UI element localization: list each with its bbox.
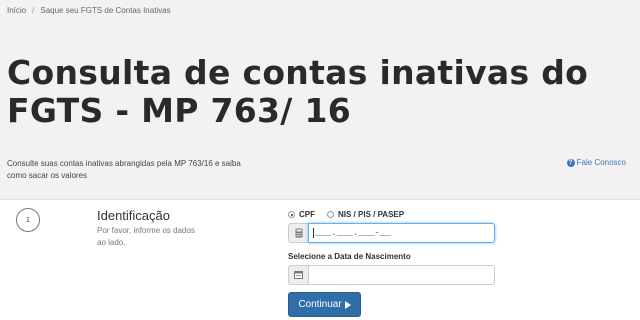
step-description-line-1: Por favor, informe os dados: [97, 226, 195, 235]
page-title: Consulta de contas inativas do FGTS - MP…: [7, 54, 607, 130]
breadcrumb: Início / Saque seu FGTS de Contas Inativ…: [7, 6, 171, 15]
breadcrumb-separator: /: [32, 6, 35, 15]
play-arrow-icon: [344, 300, 351, 309]
radio-button-cpf[interactable]: [288, 211, 295, 218]
birthdate-input-group: [288, 265, 495, 285]
hero-banner: Início / Saque seu FGTS de Contas Inativ…: [0, 0, 640, 200]
page-subtitle-line-1: Consulte suas contas inativas abrangidas…: [7, 159, 241, 168]
radio-button-nis[interactable]: [327, 211, 334, 218]
radio-label-cpf: CPF: [299, 210, 315, 219]
cpf-input-value: ___.___.___-__: [315, 228, 391, 238]
question-circle-icon: ?: [566, 158, 575, 167]
step-number-badge: 1: [16, 208, 40, 232]
contact-link-label: Fale Conosco: [576, 158, 626, 167]
step-title: Identificação: [97, 208, 170, 223]
contact-link[interactable]: ? Fale Conosco: [566, 158, 626, 167]
continue-button[interactable]: Continuar: [288, 292, 361, 317]
document-input-group: ___.___.___-__: [288, 223, 495, 243]
step-description-line-2: ao lado.: [97, 238, 126, 247]
radio-option-nis[interactable]: NIS / PIS / PASEP: [327, 210, 404, 219]
birthdate-label: Selecione a Data de Nascimento: [288, 252, 411, 261]
continue-button-label: Continuar: [298, 299, 342, 310]
radio-label-nis: NIS / PIS / PASEP: [338, 210, 405, 219]
page-subtitle: Consulte suas contas inativas abrangidas…: [7, 158, 267, 182]
document-type-radio-group: CPF NIS / PIS / PASEP: [288, 210, 416, 219]
calculator-icon: [288, 223, 308, 243]
breadcrumb-current: Saque seu FGTS de Contas Inativas: [40, 6, 171, 15]
page-title-line-2: FGTS - MP 763/ 16: [7, 91, 351, 130]
breadcrumb-home-link[interactable]: Início: [7, 6, 26, 15]
calendar-icon: [288, 265, 308, 285]
cpf-input[interactable]: ___.___.___-__: [308, 223, 495, 243]
page-title-line-1: Consulta de contas inativas do: [7, 53, 589, 92]
birthdate-input[interactable]: [308, 265, 495, 285]
radio-option-cpf[interactable]: CPF: [288, 210, 315, 219]
text-caret: [313, 228, 314, 238]
page-subtitle-line-2: como sacar os valores: [7, 171, 88, 180]
step-description: Por favor, informe os dados ao lado.: [97, 225, 237, 249]
